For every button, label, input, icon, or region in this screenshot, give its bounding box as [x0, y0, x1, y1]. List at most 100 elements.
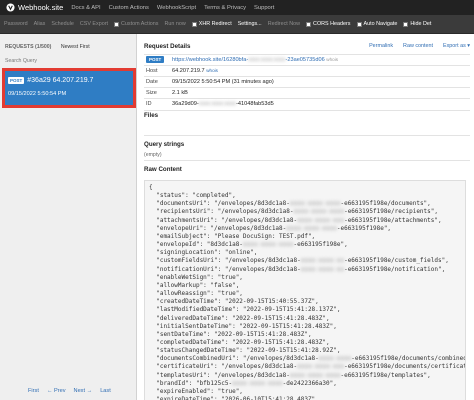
redacted-text: xxxx-xxxx-xxxx — [232, 379, 283, 387]
sort-order-toggle[interactable]: Newest First — [61, 44, 90, 50]
redacted-text: xxxx-xxxx-xxxx — [242, 241, 294, 249]
raw-content-line: "envelopeUri": "/envelopes/8d3dc1a8-xxxx… — [149, 224, 392, 232]
raw-content-line: "expireEnabled": "true", — [149, 387, 243, 395]
size-value: 2.1 kB — [170, 87, 470, 99]
raw-content-line: "createdDateTime": "2022-09-15T15:40:55.… — [149, 298, 319, 306]
top-navbar: Webhook.site Docs & API Custom Actions W… — [0, 0, 474, 15]
date-key: Date — [144, 76, 170, 88]
raw-content-line: "allowReassign": "true", — [149, 290, 243, 298]
files-title: Files — [144, 112, 159, 119]
request-list-item-selected[interactable]: POST #36a29 64.207.219.7 09/15/2022 5:50… — [5, 71, 133, 105]
hide-details-toggle[interactable]: Hide Det — [403, 21, 431, 27]
brand-name: Webhook.site — [18, 3, 64, 12]
requests-header: REQUESTS (1/500) Newest First — [5, 44, 90, 50]
hide-details-label: Hide Det — [410, 21, 432, 27]
raw-content-line: "customFieldsUri": "/envelopes/8d3dc1a8-… — [149, 257, 449, 265]
search-query-input[interactable]: Search Query — [5, 58, 37, 64]
brand[interactable]: Webhook.site — [6, 3, 63, 12]
webhook-logo-icon — [6, 3, 15, 12]
csv-export-button[interactable]: CSV Export — [80, 21, 108, 27]
alias-button[interactable]: Alias — [34, 21, 46, 27]
raw-content-link[interactable]: Raw content — [403, 43, 433, 49]
schedule-button[interactable]: Schedule — [51, 21, 73, 27]
raw-content-box[interactable]: { "status": "completed", "documentsUri":… — [144, 180, 466, 400]
request-item-title-row: POST #36a29 64.207.219.7 — [8, 77, 93, 84]
redacted-text: xxxx-xxxx-xxx — [297, 363, 345, 371]
xhr-redirect-label: XHR Redirect — [198, 21, 232, 27]
raw-content-line: "recipientsUri": "/envelopes/8d3dc1a8-xx… — [149, 208, 438, 216]
raw-content-line: "initialSentDateTime": "2022-09-15T15:41… — [149, 322, 337, 330]
query-strings-title: Query strings — [144, 141, 185, 148]
raw-content-line: "deliveredDateTime": "2022-09-15T15:41:2… — [149, 314, 330, 322]
request-item-title: #36a29 64.207.219.7 — [27, 77, 94, 84]
raw-content-title: Raw Content — [144, 166, 182, 173]
raw-content-line: "completedDateTime": "2022-09-15T15:41:2… — [149, 338, 330, 346]
host-key: Host — [144, 65, 170, 77]
export-dropdown[interactable]: Export as ▾ — [443, 43, 470, 49]
whois-link[interactable]: whois — [326, 57, 338, 62]
detail-row-size: Size 2.1 kB — [144, 87, 470, 99]
request-detail-panel: Request Details Permalink Raw content Ex… — [137, 34, 474, 400]
pagination: First ← Prev Next → Last — [28, 388, 119, 394]
next-page-link[interactable]: Next → — [74, 388, 93, 394]
last-page-link[interactable]: Last — [100, 388, 111, 394]
permalink-link[interactable]: Permalink — [369, 43, 393, 49]
method-badge: POST — [146, 56, 165, 63]
host-whois-link[interactable]: whois — [206, 68, 218, 73]
xhr-redirect-checkbox[interactable] — [191, 21, 197, 27]
redacted-text: xxxx-xxxx-xxxx — [198, 101, 237, 108]
host-value: 64.207.219.7 — [172, 68, 205, 74]
raw-content-line: { — [149, 184, 153, 191]
custom-actions-checkbox[interactable] — [114, 21, 120, 27]
request-item-time: 09/15/2022 5:50:54 PM — [8, 91, 67, 97]
cors-headers-checkbox[interactable] — [306, 21, 312, 27]
redacted-text: xxxx-xxxx-xxxx — [293, 208, 345, 216]
redacted-text: xxxx-xxxx-xxxx — [289, 200, 341, 208]
raw-content-line: "emailSubject": "Please DocuSign: TEST.p… — [149, 232, 316, 240]
settings-button[interactable]: Settings... — [238, 21, 262, 27]
request-url-link[interactable]: https://webhook.site/16280bfa-xxxx-xxxx-… — [172, 57, 325, 63]
raw-content-line: "templatesUri": "/envelopes/8d3dc1a8-xxx… — [149, 371, 431, 379]
raw-content-body: { "status": "completed", "documentsUri":… — [149, 184, 466, 400]
date-value: 09/15/2022 5:50:54 PM (31 minutes ago) — [170, 76, 470, 88]
xhr-redirect-toggle[interactable]: XHR Redirect — [191, 21, 232, 27]
redacted-text: xxxx-xxxx-xxx — [297, 216, 345, 224]
settings-toolbar: Password Alias Schedule CSV Export Custo… — [0, 15, 474, 34]
detail-row-id: ID 36a29d09-xxxx-xxxx-xxxx-41048fab53d5 — [144, 98, 470, 110]
nav-docs-api[interactable]: Docs & API — [71, 5, 100, 11]
request-details-table: POST https://webhook.site/16280bfa-xxxx-… — [144, 54, 470, 110]
requests-sidebar: REQUESTS (1/500) Newest First Search Que… — [0, 34, 137, 400]
id-value: 36a29d09-xxxx-xxxx-xxxx-41048fab53d5 — [170, 98, 470, 110]
request-details-title: Request Details — [144, 43, 191, 50]
redirect-now-button[interactable]: Redirect Now — [268, 21, 300, 27]
redacted-text: xxxx-xxxx-xx — [300, 265, 345, 273]
auto-navigate-toggle[interactable]: Auto Navigate — [356, 21, 397, 27]
prev-page-link[interactable]: ← Prev — [47, 388, 66, 394]
cors-headers-toggle[interactable]: CORS Headers — [306, 21, 351, 27]
raw-content-line: "certificateUri": "/envelopes/8d3dc1a8-x… — [149, 363, 466, 371]
nav-support[interactable]: Support — [254, 5, 274, 11]
nav-custom-actions[interactable]: Custom Actions — [109, 5, 149, 11]
custom-actions-toggle[interactable]: Custom Actions — [114, 21, 158, 27]
redacted-text: xxxx-xxxx-xx — [300, 257, 345, 265]
custom-actions-label: Custom Actions — [121, 21, 159, 27]
cors-headers-label: CORS Headers — [313, 21, 351, 27]
divider — [144, 135, 470, 136]
query-strings-empty: (empty) — [144, 152, 162, 158]
password-button[interactable]: Password — [4, 21, 28, 27]
raw-content-line: "attachmentsUri": "/envelopes/8d3dc1a8-x… — [149, 216, 442, 224]
run-now-button[interactable]: Run now — [164, 21, 185, 27]
raw-content-line: "expireDateTime": "2026-06-10T15:41:28.4… — [149, 396, 319, 400]
raw-content-line: "brandId": "bfb125c5-xxxx-xxxx-xxxx-de24… — [149, 379, 337, 387]
nav-webhookscript[interactable]: WebhookScript — [157, 5, 196, 11]
method-badge: POST — [8, 77, 25, 84]
detail-row-url: POST https://webhook.site/16280bfa-xxxx-… — [144, 54, 470, 66]
raw-content-line: "sentDateTime": "2022-09-15T15:41:28.483… — [149, 330, 312, 338]
detail-actions: Permalink Raw content Export as ▾ — [359, 43, 470, 49]
first-page-link[interactable]: First — [28, 388, 39, 394]
raw-content-line: "lastModifiedDateTime": "2022-09-15T15:4… — [149, 306, 341, 314]
auto-navigate-checkbox[interactable] — [356, 21, 362, 27]
hide-details-checkbox[interactable] — [403, 21, 409, 27]
nav-terms-privacy[interactable]: Terms & Privacy — [204, 5, 246, 11]
redacted-text: xxxx-xxxx-xxxx — [289, 371, 341, 379]
